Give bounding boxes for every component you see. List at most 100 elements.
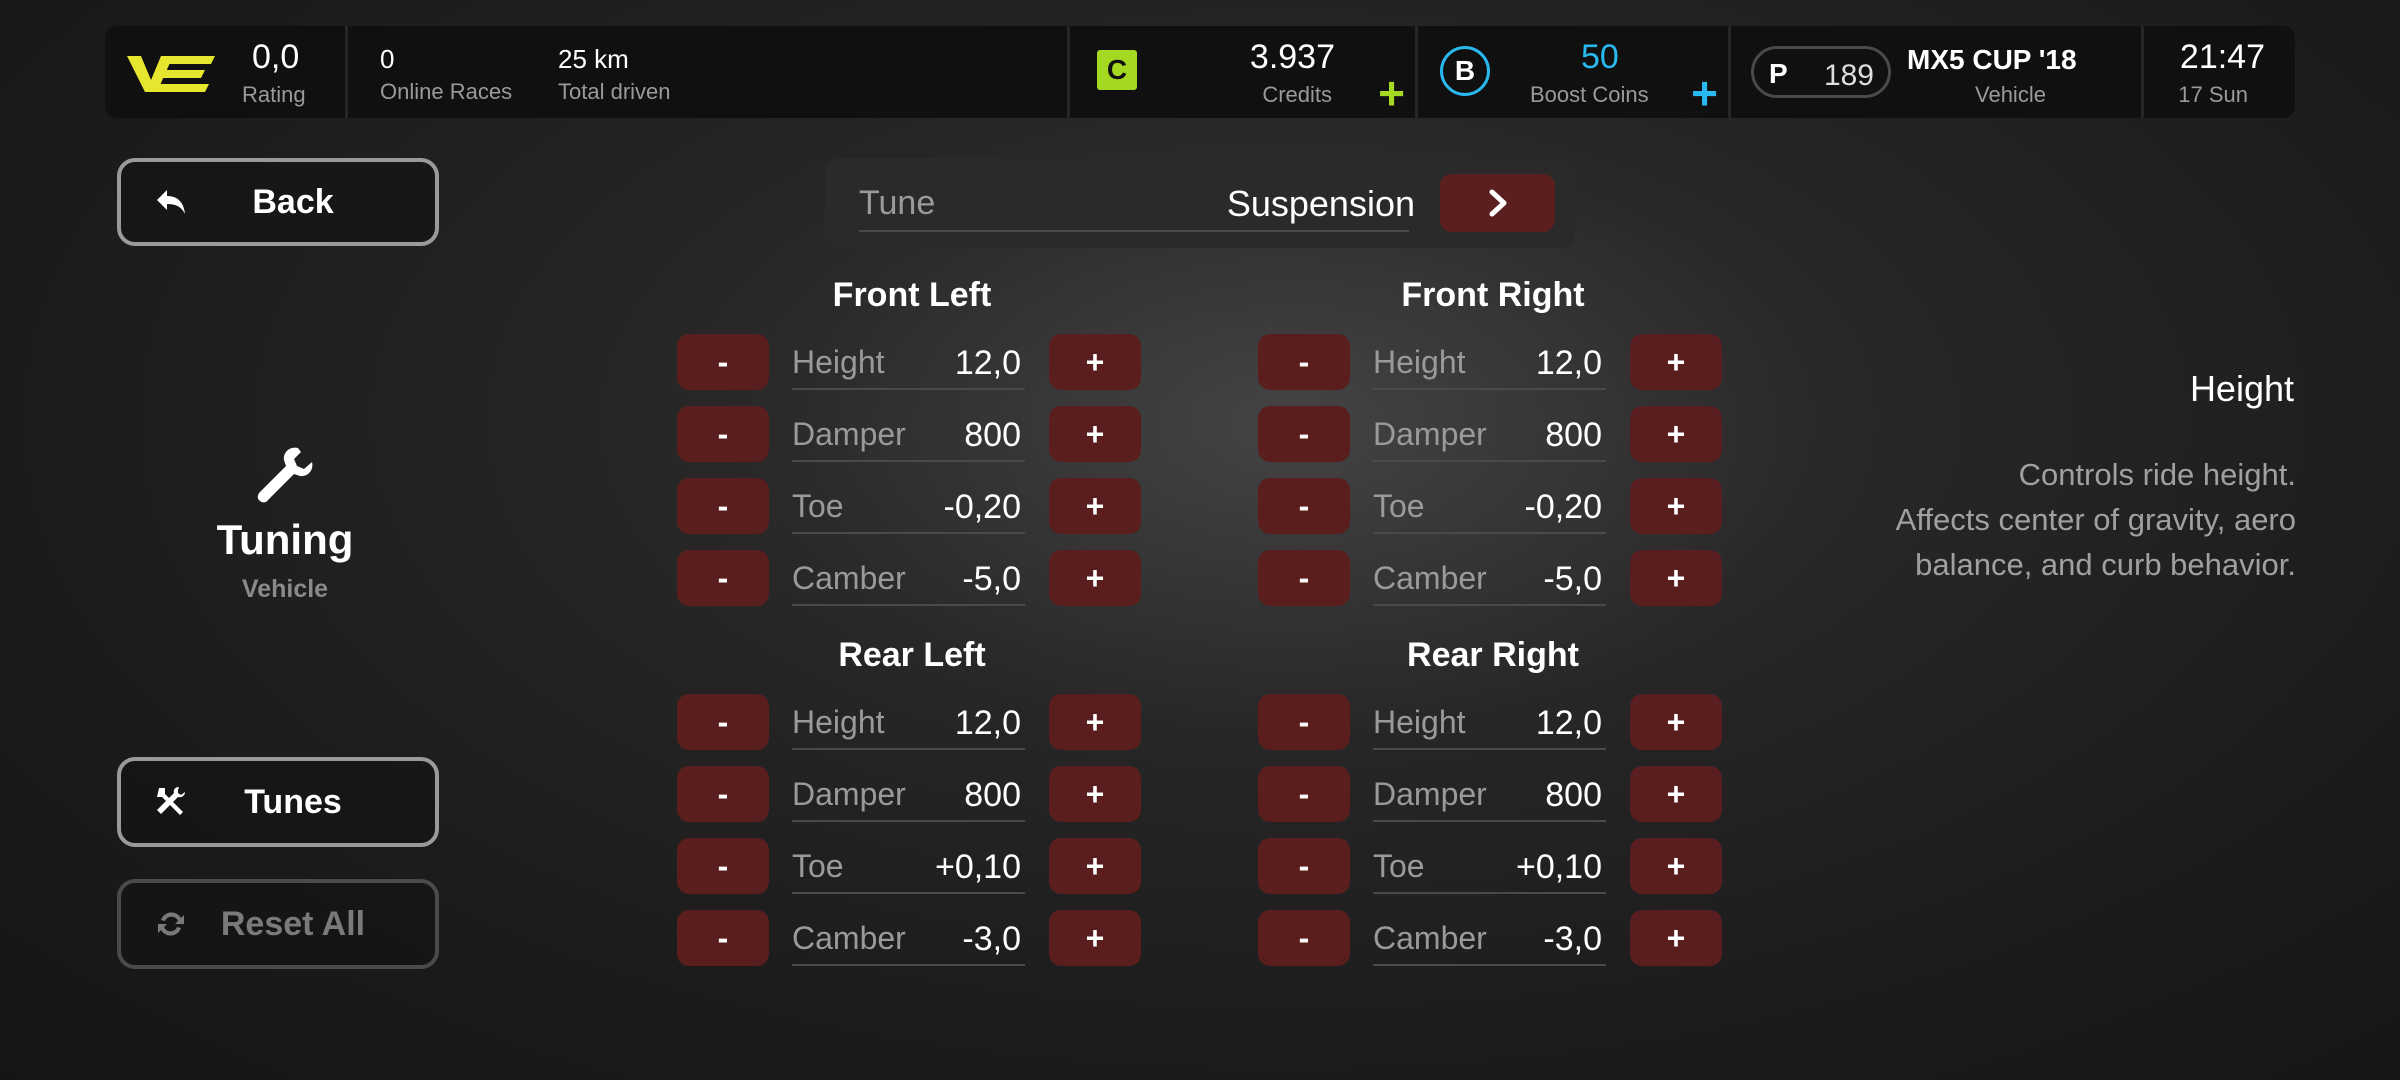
decrease-button[interactable]: - bbox=[1258, 766, 1350, 822]
wrench-icon bbox=[257, 447, 313, 503]
reset-all-button[interactable]: Reset All bbox=[117, 879, 439, 969]
tune-selector[interactable]: Tune Suspension bbox=[825, 158, 1575, 248]
back-button[interactable]: Back bbox=[117, 158, 439, 246]
increase-button[interactable]: + bbox=[1630, 838, 1722, 894]
decrease-button[interactable]: - bbox=[1258, 550, 1350, 606]
increase-button[interactable]: + bbox=[1630, 550, 1722, 606]
decrease-button[interactable]: - bbox=[1258, 838, 1350, 894]
setting-row: - Camber -5,0 + bbox=[1258, 550, 1723, 606]
performance-index-badge: P 189 bbox=[1751, 46, 1891, 98]
setting-value: +0,10 bbox=[934, 848, 1021, 886]
setting-value: -3,0 bbox=[1543, 920, 1602, 958]
tunes-label: Tunes bbox=[244, 782, 342, 821]
setting-label: Toe bbox=[1373, 488, 1425, 524]
rating-label: Rating bbox=[242, 82, 306, 107]
total-driven-label: Total driven bbox=[558, 79, 671, 104]
info-title: Height bbox=[2189, 368, 2294, 409]
increase-button[interactable]: + bbox=[1630, 406, 1722, 462]
setting-field: Toe +0,10 bbox=[1373, 838, 1606, 894]
decrease-button[interactable]: - bbox=[1258, 334, 1350, 390]
credits-value: 3.937 bbox=[1249, 38, 1335, 76]
decrease-button[interactable]: - bbox=[1258, 478, 1350, 534]
setting-field: Height 12,0 bbox=[1373, 334, 1606, 390]
setting-row: - Height 12,0 + bbox=[1258, 334, 1723, 390]
decrease-button[interactable]: - bbox=[1258, 694, 1350, 750]
credits-section: C 3.937 Credits + bbox=[1070, 26, 1415, 118]
rating-value: 0,0 bbox=[252, 38, 300, 76]
info-line: Affects center of gravity, aero bbox=[1895, 502, 2296, 537]
decrease-button[interactable]: - bbox=[677, 478, 769, 534]
boost-coins-badge-icon: B bbox=[1440, 46, 1490, 96]
increase-button[interactable]: + bbox=[1049, 478, 1141, 534]
setting-row: - Camber -3,0 + bbox=[677, 910, 1142, 966]
setting-label: Height bbox=[792, 344, 885, 380]
increase-button[interactable]: + bbox=[1049, 406, 1141, 462]
decrease-button[interactable]: - bbox=[677, 838, 769, 894]
setting-label: Damper bbox=[1373, 776, 1487, 812]
top-status-bar: 0,0 Rating 0 Online Races 25 km Total dr… bbox=[105, 26, 2295, 118]
performance-letter: P bbox=[1769, 58, 1788, 89]
increase-button[interactable]: + bbox=[1630, 478, 1722, 534]
decrease-button[interactable]: - bbox=[677, 334, 769, 390]
time-section: 21:47 17 Sun bbox=[2144, 26, 2295, 118]
add-credits-button[interactable]: + bbox=[1378, 70, 1405, 116]
online-races-value: 0 bbox=[380, 44, 395, 74]
setting-field: Camber -3,0 bbox=[792, 910, 1025, 966]
setting-row: - Damper 800 + bbox=[1258, 406, 1723, 462]
setting-value: -5,0 bbox=[962, 560, 1021, 598]
decrease-button[interactable]: - bbox=[677, 694, 769, 750]
setting-field: Toe -0,20 bbox=[1373, 478, 1606, 534]
setting-label: Toe bbox=[792, 848, 844, 884]
setting-label: Height bbox=[792, 704, 885, 740]
increase-button[interactable]: + bbox=[1049, 910, 1141, 966]
setting-field: Damper 800 bbox=[1373, 406, 1606, 462]
setting-row: - Toe -0,20 + bbox=[1258, 478, 1723, 534]
increase-button[interactable]: + bbox=[1049, 694, 1141, 750]
setting-value: -0,20 bbox=[943, 488, 1022, 526]
add-boost-coins-button[interactable]: + bbox=[1691, 70, 1718, 116]
setting-field: Camber -3,0 bbox=[1373, 910, 1606, 966]
increase-button[interactable]: + bbox=[1049, 766, 1141, 822]
setting-row: - Height 12,0 + bbox=[677, 694, 1142, 750]
increase-button[interactable]: + bbox=[1049, 550, 1141, 606]
boost-coins-value: 50 bbox=[1581, 38, 1619, 76]
decrease-button[interactable]: - bbox=[677, 550, 769, 606]
credits-badge-icon: C bbox=[1097, 50, 1137, 90]
increase-button[interactable]: + bbox=[1049, 334, 1141, 390]
next-tune-button[interactable] bbox=[1440, 174, 1555, 232]
decrease-button[interactable]: - bbox=[1258, 910, 1350, 966]
setting-label: Damper bbox=[792, 416, 906, 452]
clock-date: 17 Sun bbox=[2178, 82, 2248, 107]
setting-field: Height 12,0 bbox=[792, 694, 1025, 750]
setting-label: Height bbox=[1373, 704, 1466, 740]
vehicle-label: Vehicle bbox=[1975, 82, 2046, 107]
increase-button[interactable]: + bbox=[1630, 910, 1722, 966]
setting-label: Camber bbox=[1373, 560, 1487, 596]
section-title-front-right: Front Right bbox=[1401, 276, 1585, 314]
increase-button[interactable]: + bbox=[1630, 694, 1722, 750]
setting-label: Toe bbox=[1373, 848, 1425, 884]
stats-section: 0 Online Races 25 km Total driven bbox=[348, 26, 1168, 118]
online-races-label: Online Races bbox=[380, 79, 513, 104]
setting-value: 800 bbox=[1545, 416, 1602, 454]
setting-value: 800 bbox=[1545, 776, 1602, 814]
boost-coins-label: Boost Coins bbox=[1530, 82, 1649, 107]
decrease-button[interactable]: - bbox=[677, 766, 769, 822]
setting-row: - Damper 800 + bbox=[677, 406, 1142, 462]
setting-value: +0,10 bbox=[1515, 848, 1602, 886]
setting-field: Height 12,0 bbox=[792, 334, 1025, 390]
section-title-front-left: Front Left bbox=[832, 276, 992, 314]
setting-field: Camber -5,0 bbox=[1373, 550, 1606, 606]
decrease-button[interactable]: - bbox=[677, 910, 769, 966]
decrease-button[interactable]: - bbox=[677, 406, 769, 462]
increase-button[interactable]: + bbox=[1630, 766, 1722, 822]
tunes-button[interactable]: Tunes bbox=[117, 757, 439, 847]
increase-button[interactable]: + bbox=[1049, 838, 1141, 894]
increase-button[interactable]: + bbox=[1630, 334, 1722, 390]
performance-value: 189 bbox=[1823, 59, 1874, 92]
vehicle-section[interactable]: P 189 MX5 CUP '18 Vehicle bbox=[1731, 26, 2141, 118]
brand-logo-icon bbox=[127, 56, 215, 92]
tune-label: Tune bbox=[859, 184, 936, 222]
reset-all-label: Reset All bbox=[220, 904, 366, 943]
decrease-button[interactable]: - bbox=[1258, 406, 1350, 462]
